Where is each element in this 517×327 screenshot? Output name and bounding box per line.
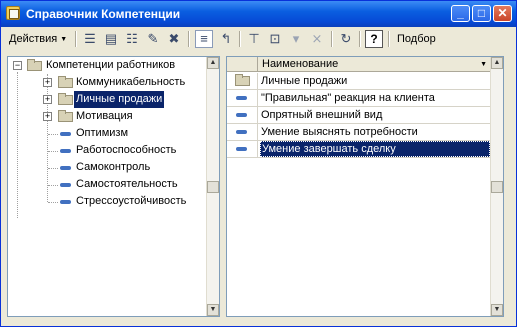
element-icon [60,132,71,136]
scroll-thumb[interactable] [491,181,503,193]
close-button[interactable]: ✕ [493,5,512,22]
tree-item-label: Стрессоустойчивость [76,195,187,207]
maximize-button[interactable]: □ [472,5,491,22]
scroll-thumb[interactable] [207,181,219,193]
chevron-down-icon: ▼ [60,36,68,43]
filter-icon[interactable]: ⊤ [245,30,263,48]
toolbar-separator [188,31,190,47]
list-header[interactable]: Наименование ▼ [227,57,491,72]
element-icon [60,200,71,204]
list-row[interactable]: Опрятный внешний вид [227,107,491,124]
row-name: Умение завершать сделку [260,141,490,157]
tree-item[interactable]: Самостоятельность [8,176,206,193]
list-row[interactable]: Умение завершать сделку [227,141,491,158]
list-row[interactable]: "Правильная" реакция на клиента [227,90,491,107]
tree-item-label: Самостоятельность [76,178,178,190]
folder-icon [58,110,73,122]
tree-root-label: Компетенции работников [46,59,176,71]
tree-item[interactable]: Оптимизм [8,125,206,142]
expand-icon[interactable]: + [43,78,52,87]
scroll-up-icon[interactable]: ▲ [207,57,219,69]
list-row[interactable]: Личные продажи [227,73,491,90]
hierarchy-view-icon[interactable]: ≡ [195,30,213,48]
tree-item-label: Оптимизм [76,127,129,139]
catalog-window: Справочник Компетенции _ □ ✕ Действия ▼ ☰… [0,0,517,327]
level-up-icon[interactable]: ↰ [217,30,235,48]
folder-icon [58,93,73,105]
delete-mark-icon[interactable]: ✖ [165,30,183,48]
element-icon [236,130,247,134]
row-icon-cell [227,124,258,140]
scroll-down-icon[interactable]: ▼ [207,304,219,316]
element-icon [60,166,71,170]
tree-item[interactable]: + Коммуникабельность [8,74,206,91]
toolbar-separator [75,31,77,47]
tree-item[interactable]: Работоспособность [8,142,206,159]
tree-item-label: Самоконтроль [76,161,151,173]
scroll-down-icon[interactable]: ▼ [491,304,503,316]
filter-value-icon[interactable]: ⊡ [266,30,284,48]
row-icon-cell [227,107,258,123]
edit-icon[interactable]: ✎ [144,30,162,48]
tree-scrollbar[interactable]: ▲ ▼ [206,57,219,316]
list-scrollbar[interactable]: ▲ ▼ [490,57,503,316]
tree-item-label: Коммуникабельность [76,76,186,88]
tree-item-label: Мотивация [76,110,133,122]
toolbar-separator [239,31,241,47]
tree-item[interactable]: Стрессоустойчивость [8,193,206,210]
folder-icon [58,76,73,88]
catalog-icon [6,6,20,20]
row-name: "Правильная" реакция на клиента [261,92,435,104]
expand-icon[interactable]: + [43,112,52,121]
expand-icon[interactable]: + [43,95,52,104]
selection-button[interactable]: Подбор [397,30,436,48]
title-bar[interactable]: Справочник Компетенции _ □ ✕ [1,1,516,27]
row-icon-cell [227,73,258,89]
toolbar-separator [388,31,390,47]
tree-item[interactable]: + Мотивация [8,108,206,125]
tree-item-label: Личные продажи [74,91,165,108]
add-group-icon[interactable]: ▤ [102,30,120,48]
folder-icon [235,74,250,86]
collapse-icon[interactable]: − [13,61,22,70]
actions-menu-label: Действия [9,33,58,45]
toolbar: Действия ▼ ☰ ▤ ☷ ✎ ✖ ≡ ↰ ⊤ ⊡ ▾ ⨯ ↻ ? Подб… [5,28,514,50]
toolbar-separator [331,31,333,47]
groups-tree[interactable]: − Компетенции работников + Коммуникабель… [7,56,220,317]
folder-icon [27,59,42,71]
row-icon-cell [227,90,258,106]
element-icon [236,96,247,100]
element-icon [60,149,71,153]
list-row[interactable]: Умение выяснять потребности [227,124,491,141]
elements-list[interactable]: Наименование ▼ Личные продажи "Правильна… [226,56,504,317]
name-column-header[interactable]: Наименование [262,58,338,71]
filter-history-icon[interactable]: ▾ [287,30,305,48]
row-name: Умение выяснять потребности [261,126,418,138]
tree-root[interactable]: − Компетенции работников [8,57,206,74]
scroll-up-icon[interactable]: ▲ [491,57,503,69]
tree-item-label: Работоспособность [76,144,177,156]
row-name: Личные продажи [261,75,348,87]
tree-item[interactable]: + Личные продажи [8,91,206,108]
minimize-button[interactable]: _ [451,5,470,22]
sort-down-icon: ▼ [480,61,487,68]
window-title: Справочник Компетенции [26,7,181,21]
clear-filter-icon[interactable]: ⨯ [308,30,326,48]
help-icon[interactable]: ? [365,30,383,48]
element-icon [236,147,247,151]
element-icon [236,113,247,117]
tree-item[interactable]: Самоконтроль [8,159,206,176]
toolbar-separator [359,31,361,47]
row-name: Опрятный внешний вид [261,109,383,121]
row-icon-cell [227,141,258,157]
refresh-icon[interactable]: ↻ [337,30,355,48]
add-item-icon[interactable]: ☰ [81,30,99,48]
copy-icon[interactable]: ☷ [123,30,141,48]
icon-column-header [227,57,258,72]
element-icon [60,183,71,187]
actions-menu[interactable]: Действия ▼ [9,30,67,48]
